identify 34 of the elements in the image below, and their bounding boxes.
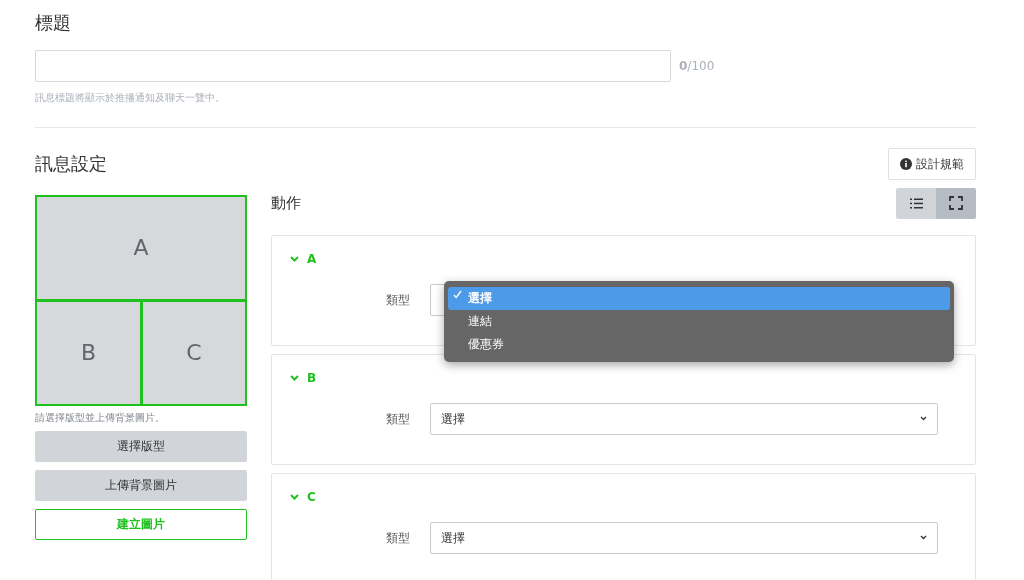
field-label: 類型 [385, 410, 411, 428]
caret-icon [920, 535, 927, 541]
card-label: B [307, 369, 317, 387]
layout-area[interactable]: A [35, 194, 247, 302]
section-heading: 標題 [35, 12, 72, 34]
chevron-icon[interactable] [290, 493, 299, 500]
info-icon [900, 157, 912, 170]
card-label: C [307, 488, 316, 506]
hint-text: 請選擇版型並上傳背景圖片。 [35, 410, 166, 425]
select-field[interactable]: 選擇 [430, 521, 938, 554]
dropdown-option[interactable]: 連結 [448, 309, 950, 333]
guide-button[interactable]: 設計規範 [888, 147, 976, 180]
field-label: 類型 [385, 291, 411, 309]
card-label: A [307, 250, 317, 268]
character-counter: 0/100 [679, 57, 715, 75]
dropdown-option[interactable]: 選擇 [448, 286, 950, 310]
title-input[interactable] [35, 49, 671, 82]
view-toggle-button[interactable] [936, 187, 976, 219]
layout-area[interactable]: B [35, 300, 142, 406]
action-button[interactable]: 上傳背景圖片 [35, 469, 247, 501]
chevron-icon[interactable] [290, 255, 299, 262]
layout-area[interactable]: C [141, 300, 247, 406]
action-button[interactable]: 選擇版型 [35, 430, 247, 462]
caret-icon [920, 416, 927, 422]
list-icon [909, 197, 923, 209]
dropdown-option[interactable]: 優惠券 [448, 332, 950, 356]
section-heading: 訊息設定 [35, 152, 107, 175]
fullscreen-icon [949, 196, 963, 211]
field-label: 類型 [385, 529, 411, 547]
check-icon [453, 289, 462, 299]
view-toggle-button[interactable] [896, 187, 936, 219]
select-field[interactable]: 選擇 [430, 402, 938, 435]
chevron-icon[interactable] [290, 374, 299, 381]
subsection-heading: 動作 [271, 192, 301, 214]
